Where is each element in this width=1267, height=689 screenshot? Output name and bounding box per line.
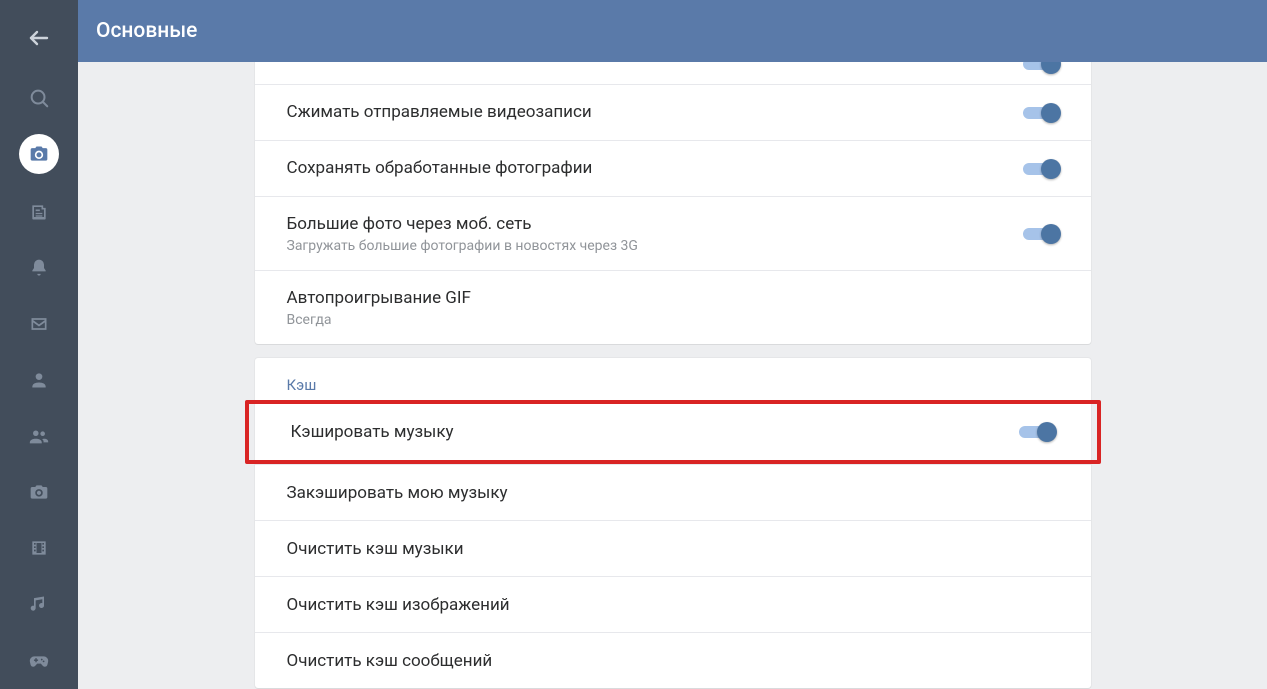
setting-row-compress-video[interactable]: Сжимать отправляемые видеозаписи bbox=[255, 84, 1091, 140]
camera-icon bbox=[29, 144, 49, 164]
setting-row-partial[interactable] bbox=[255, 62, 1091, 84]
setting-row-clear-message-cache[interactable]: Очистить кэш сообщений bbox=[255, 632, 1091, 688]
setting-title: Большие фото через моб. сеть bbox=[287, 213, 1023, 235]
page-title: Основные bbox=[96, 19, 197, 43]
setting-row-gif-autoplay[interactable]: Автопроигрывание GIF Всегда bbox=[255, 270, 1091, 344]
mail-icon bbox=[29, 314, 49, 334]
setting-row-cache-music[interactable]: Кэшировать музыку bbox=[249, 404, 1097, 460]
setting-subtitle: Загружать большие фотографии в новостях … bbox=[287, 238, 1023, 254]
user-icon bbox=[29, 370, 49, 390]
news-icon bbox=[29, 202, 49, 222]
setting-row-save-photos[interactable]: Сохранять обработанные фотографии bbox=[255, 140, 1091, 196]
back-arrow-icon bbox=[27, 26, 51, 50]
setting-row-clear-image-cache[interactable]: Очистить кэш изображений bbox=[255, 576, 1091, 632]
app-root: Основные Сжимать отправляемые видеозапис… bbox=[0, 0, 1267, 689]
gamepad-icon bbox=[28, 649, 50, 671]
sidebar-item-video[interactable] bbox=[15, 524, 63, 572]
setting-title: Закэшировать мою музыку bbox=[287, 482, 1059, 504]
back-button[interactable] bbox=[15, 14, 63, 62]
sidebar-item-games[interactable] bbox=[15, 636, 63, 684]
sidebar-item-news[interactable] bbox=[15, 188, 63, 236]
page-header: Основные bbox=[78, 0, 1267, 62]
highlight-cache-music: Кэшировать музыку bbox=[245, 400, 1101, 464]
sidebar-item-messages[interactable] bbox=[15, 300, 63, 348]
section-header-cache: Кэш bbox=[255, 358, 1091, 400]
sidebar-item-search[interactable] bbox=[15, 74, 63, 122]
search-icon bbox=[28, 87, 50, 109]
film-icon bbox=[29, 538, 49, 558]
music-icon bbox=[29, 594, 49, 614]
sidebar-item-notifications[interactable] bbox=[15, 244, 63, 292]
setting-title: Очистить кэш музыки bbox=[287, 538, 1059, 560]
setting-title: Кэшировать музыку bbox=[291, 421, 1019, 443]
settings-group-media: Сжимать отправляемые видеозаписи Сохраня… bbox=[255, 62, 1091, 344]
bell-icon bbox=[29, 258, 49, 278]
users-icon bbox=[28, 425, 50, 447]
setting-title: Очистить кэш изображений bbox=[287, 594, 1059, 616]
setting-row-big-photos-mobile[interactable]: Большие фото через моб. сеть Загружать б… bbox=[255, 196, 1091, 270]
photo-camera-icon bbox=[29, 482, 49, 502]
toggle-big-photos[interactable] bbox=[1023, 224, 1059, 244]
setting-row-clear-music-cache[interactable]: Очистить кэш музыки bbox=[255, 520, 1091, 576]
settings-column: Сжимать отправляемые видеозаписи Сохраня… bbox=[255, 62, 1091, 669]
toggle-save-photos[interactable] bbox=[1023, 159, 1059, 179]
toggle-cache-music[interactable] bbox=[1019, 422, 1055, 442]
settings-group-cache: Кэш Кэшировать музыку Закэшировать мою м… bbox=[255, 358, 1091, 688]
toggle-compress-video[interactable] bbox=[1023, 103, 1059, 123]
setting-title: Сохранять обработанные фотографии bbox=[287, 157, 1023, 179]
setting-title: Автопроигрывание GIF bbox=[287, 287, 1059, 309]
main: Основные Сжимать отправляемые видеозапис… bbox=[78, 0, 1267, 689]
sidebar-item-camera[interactable] bbox=[19, 134, 59, 174]
content-scroll[interactable]: Сжимать отправляемые видеозаписи Сохраня… bbox=[78, 62, 1267, 689]
toggle-partial[interactable] bbox=[1023, 62, 1059, 74]
sidebar-item-photos[interactable] bbox=[15, 468, 63, 516]
setting-title: Очистить кэш сообщений bbox=[287, 650, 1059, 672]
sidebar bbox=[0, 0, 78, 689]
setting-subtitle: Всегда bbox=[287, 312, 1059, 328]
sidebar-item-groups[interactable] bbox=[15, 412, 63, 460]
setting-row-cache-my-music[interactable]: Закэшировать мою музыку bbox=[255, 464, 1091, 520]
sidebar-item-music[interactable] bbox=[15, 580, 63, 628]
sidebar-item-profile[interactable] bbox=[15, 356, 63, 404]
setting-title: Сжимать отправляемые видеозаписи bbox=[287, 101, 1023, 123]
